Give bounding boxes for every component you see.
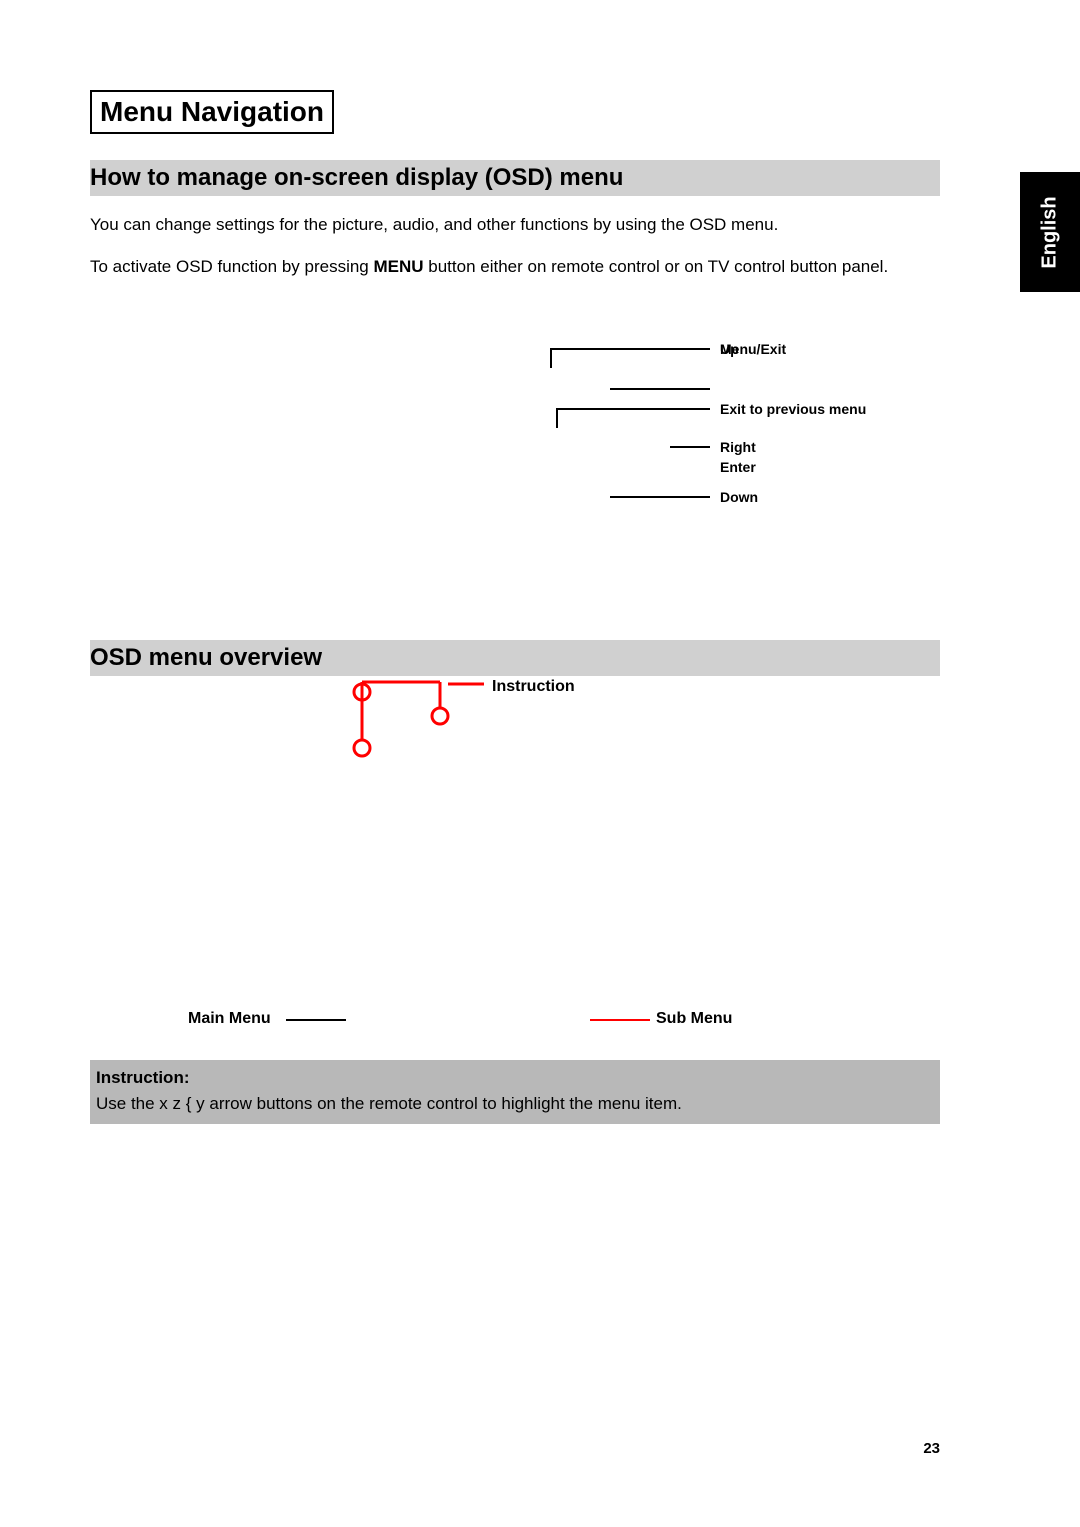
instruction-callout-icon — [350, 672, 510, 762]
label-right: Right — [720, 438, 756, 456]
para2-pre: To activate OSD function by pressing — [90, 257, 373, 276]
paragraph-1: You can change settings for the picture,… — [90, 212, 940, 238]
language-tab: English — [1020, 172, 1080, 292]
diagram-line — [610, 388, 710, 390]
language-label: English — [1039, 196, 1062, 268]
osd-overview-section: OSD menu overview Instruction Main Menu … — [90, 640, 940, 676]
sub-menu-line — [590, 1019, 650, 1021]
section-heading-osd-overview: OSD menu overview — [90, 640, 940, 676]
sub-menu-label: Sub Menu — [656, 1010, 732, 1028]
label-up: Up — [720, 340, 739, 358]
instruction-box: Instruction: Use the x z { y arrow butto… — [90, 1060, 940, 1124]
main-menu-label: Main Menu — [188, 1010, 271, 1028]
page-number: 23 — [923, 1440, 940, 1457]
para2-bold: MENU — [373, 257, 423, 276]
paragraph-2: To activate OSD function by pressing MEN… — [90, 254, 940, 280]
diagram-line — [670, 446, 710, 448]
section-heading-osd-manage: How to manage on-screen display (OSD) me… — [90, 160, 940, 196]
label-down: Down — [720, 488, 758, 506]
page-content: Menu Navigation How to manage on-screen … — [90, 90, 940, 279]
label-exit-previous: Exit to previous menu — [720, 400, 860, 418]
diagram-line — [550, 348, 552, 368]
page-title: Menu Navigation — [90, 90, 334, 134]
diagram-line — [550, 348, 710, 350]
para2-post: button either on remote control or on TV… — [424, 257, 889, 276]
diagram-line — [556, 408, 710, 410]
diagram-line — [556, 408, 558, 428]
diagram-line — [610, 496, 710, 498]
instruction-box-text: Use the x z { y arrow buttons on the rem… — [96, 1094, 934, 1114]
instruction-box-heading: Instruction: — [96, 1068, 934, 1088]
label-enter: Enter — [720, 458, 756, 476]
main-menu-line — [286, 1019, 346, 1021]
